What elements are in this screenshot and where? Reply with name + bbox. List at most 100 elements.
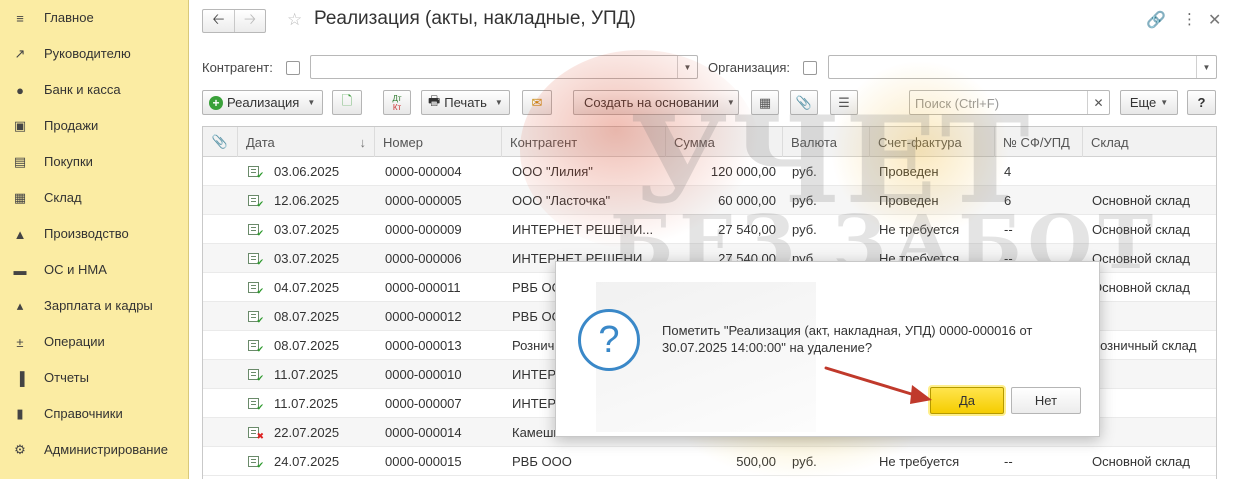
column-counterparty[interactable]: Контрагент bbox=[502, 127, 666, 157]
coin-icon: ● bbox=[16, 82, 24, 98]
copy-document-button[interactable]: 🗋 bbox=[332, 90, 362, 115]
chevron-down-icon: ▼ bbox=[1160, 98, 1169, 107]
cell-number: 0000-000014 bbox=[385, 425, 462, 440]
sidebar-item-label: Склад bbox=[44, 190, 82, 205]
chevron-down-icon[interactable]: ▼ bbox=[1196, 56, 1216, 78]
table-row[interactable]: ✔ 03.07.2025 0000-000009 ИНТЕРНЕТ РЕШЕНИ...… bbox=[203, 215, 1216, 244]
paperclip-icon: 📎 bbox=[795, 94, 813, 110]
bar-chart-icon: ▐ bbox=[15, 370, 25, 386]
sidebar-item-label: Руководителю bbox=[44, 46, 131, 61]
sidebar-item-label: Банк и касса bbox=[44, 82, 121, 97]
yes-button[interactable]: Да bbox=[930, 387, 1004, 414]
counterparty-checkbox[interactable] bbox=[286, 61, 300, 75]
email-button[interactable]: ✉ bbox=[522, 90, 552, 115]
cell-date: 22.07.2025 bbox=[274, 425, 340, 440]
sidebar-item[interactable]: ⚙ Администрирование bbox=[0, 432, 189, 468]
sidebar-item-label: Главное bbox=[44, 10, 94, 25]
dt-kt-button[interactable]: Дт Кт bbox=[383, 90, 411, 115]
organization-field[interactable]: ▼ bbox=[828, 55, 1217, 79]
column-date[interactable]: Дата ↓ bbox=[238, 127, 375, 157]
structure-button[interactable]: ▦ bbox=[751, 90, 779, 115]
sidebar-item-label: Отчеты bbox=[44, 370, 89, 385]
create-based-on-button[interactable]: Создать на основании ▼ bbox=[573, 90, 739, 115]
document-posted-icon: ✔ bbox=[248, 369, 264, 383]
sidebar-item[interactable]: ↗ Руководителю bbox=[0, 36, 189, 72]
column-invoice-number[interactable]: № СФ/УПД bbox=[995, 127, 1083, 157]
column-sum-label: Сумма bbox=[674, 134, 715, 150]
sidebar-item[interactable]: ● Банк и касса bbox=[0, 72, 189, 108]
list-document-icon: ☰ bbox=[838, 94, 850, 110]
cell-counterparty: ООО "Лилия" bbox=[512, 164, 593, 179]
column-warehouse[interactable]: Склад bbox=[1083, 127, 1216, 157]
question-icon: ? bbox=[578, 309, 640, 371]
forward-button[interactable]: 🡢 bbox=[233, 10, 265, 32]
help-button[interactable]: ? bbox=[1187, 90, 1216, 115]
journal-button[interactable]: ☰ bbox=[830, 90, 858, 115]
attachment-column-icon[interactable]: 📎 bbox=[203, 127, 238, 157]
cell-date: 11.07.2025 bbox=[274, 396, 339, 411]
sidebar-item[interactable]: ▤ Покупки bbox=[0, 144, 189, 180]
more-button[interactable]: Еще ▼ bbox=[1120, 90, 1178, 115]
cell-warehouse bbox=[1092, 389, 1214, 418]
cell-invoice: Не требуется bbox=[879, 222, 960, 237]
dialog-message: Пометить "Реализация (акт, накладная, УП… bbox=[662, 323, 1033, 355]
attach-button[interactable]: 📎 bbox=[790, 90, 818, 115]
search-input[interactable]: Поиск (Ctrl+F) ✕ bbox=[909, 90, 1110, 115]
column-number[interactable]: Номер bbox=[375, 127, 502, 157]
column-date-label: Дата bbox=[246, 134, 275, 150]
books-icon: ▮ bbox=[16, 406, 24, 421]
cell-number: 0000-000004 bbox=[385, 164, 462, 179]
counterparty-field[interactable]: ▼ bbox=[310, 55, 698, 79]
cell-currency: руб. bbox=[792, 222, 817, 237]
print-button[interactable]: 🖶 Печать ▼ bbox=[421, 90, 510, 115]
sidebar-item[interactable]: ▮ Справочники bbox=[0, 396, 189, 432]
cell-sum: 120 000,00 bbox=[710, 164, 776, 179]
clear-search-icon[interactable]: ✕ bbox=[1087, 91, 1109, 114]
envelope-icon: ✉ bbox=[531, 94, 543, 110]
delete-confirmation-dialog: ? Пометить "Реализация (акт, накладная, … bbox=[555, 261, 1100, 437]
table-row[interactable]: ✔ 03.06.2025 0000-000004 ООО "Лилия" 120 000… bbox=[203, 157, 1216, 186]
sidebar-item[interactable]: ▴ Зарплата и кадры bbox=[0, 288, 189, 324]
cell-invoice: Не требуется bbox=[879, 454, 960, 469]
cell-warehouse: Основной склад bbox=[1092, 222, 1190, 237]
warehouse-icon: ▦ bbox=[13, 190, 27, 205]
organization-checkbox[interactable] bbox=[803, 61, 817, 75]
more-button-label: Еще bbox=[1129, 95, 1157, 110]
sidebar: ≡ Главное ↗ Руководителю ● Банк и касса ▣ Прода… bbox=[0, 0, 189, 479]
truck-icon: ▬ bbox=[13, 262, 27, 278]
chevron-down-icon[interactable]: ▼ bbox=[677, 56, 697, 78]
document-posted-icon: ✔ bbox=[248, 398, 264, 412]
sidebar-item[interactable]: ▬ ОС и НМА bbox=[0, 252, 189, 288]
cell-number: 0000-000006 bbox=[385, 251, 462, 266]
create-realization-button[interactable]: + Реализация ▼ bbox=[202, 90, 323, 115]
person-icon: ▴ bbox=[16, 298, 24, 313]
favorite-star-icon[interactable]: ☆ bbox=[287, 10, 302, 30]
sidebar-item[interactable]: ▲ Производство bbox=[0, 216, 189, 252]
back-button[interactable]: 🡠 bbox=[203, 10, 234, 32]
table-row[interactable]: ✔ 24.07.2025 0000-000015 РВБ ООО 500,00 руб. Н… bbox=[203, 447, 1216, 476]
column-sum[interactable]: Сумма bbox=[666, 127, 783, 157]
more-vertical-icon[interactable]: ⋮ bbox=[1182, 10, 1197, 28]
sidebar-item[interactable]: ± Операции bbox=[0, 324, 189, 360]
arrow-right-icon: 🡢 bbox=[243, 10, 257, 28]
column-invoice[interactable]: Счет-фактура bbox=[870, 127, 995, 157]
printer-icon: 🖶 bbox=[428, 92, 441, 108]
cell-warehouse: Основной склад bbox=[1092, 193, 1190, 208]
sidebar-item[interactable]: ≡ Главное bbox=[0, 0, 189, 36]
table-row[interactable]: ✔ 12.06.2025 0000-000005 ООО "Ласточка" 60 0… bbox=[203, 186, 1216, 215]
sidebar-item[interactable]: ▣ Продажи bbox=[0, 108, 189, 144]
close-icon[interactable]: ✕ bbox=[1208, 10, 1221, 30]
no-button[interactable]: Нет bbox=[1011, 387, 1081, 414]
column-currency[interactable]: Валюта bbox=[783, 127, 870, 157]
cell-warehouse: Основной склад bbox=[1092, 280, 1190, 295]
cell-warehouse: Основной склад bbox=[1092, 251, 1190, 266]
link-icon[interactable]: 🔗 bbox=[1146, 10, 1166, 30]
cell-number: 0000-000005 bbox=[385, 193, 462, 208]
sidebar-item[interactable]: ▦ Склад bbox=[0, 180, 189, 216]
yes-button-label: Да bbox=[958, 393, 976, 408]
cell-date: 08.07.2025 bbox=[274, 309, 340, 324]
cell-number: 0000-000013 bbox=[385, 338, 462, 353]
chevron-down-icon: ▼ bbox=[307, 98, 316, 107]
sidebar-item[interactable]: ▐ Отчеты bbox=[0, 360, 189, 396]
cell-warehouse bbox=[1092, 157, 1214, 186]
